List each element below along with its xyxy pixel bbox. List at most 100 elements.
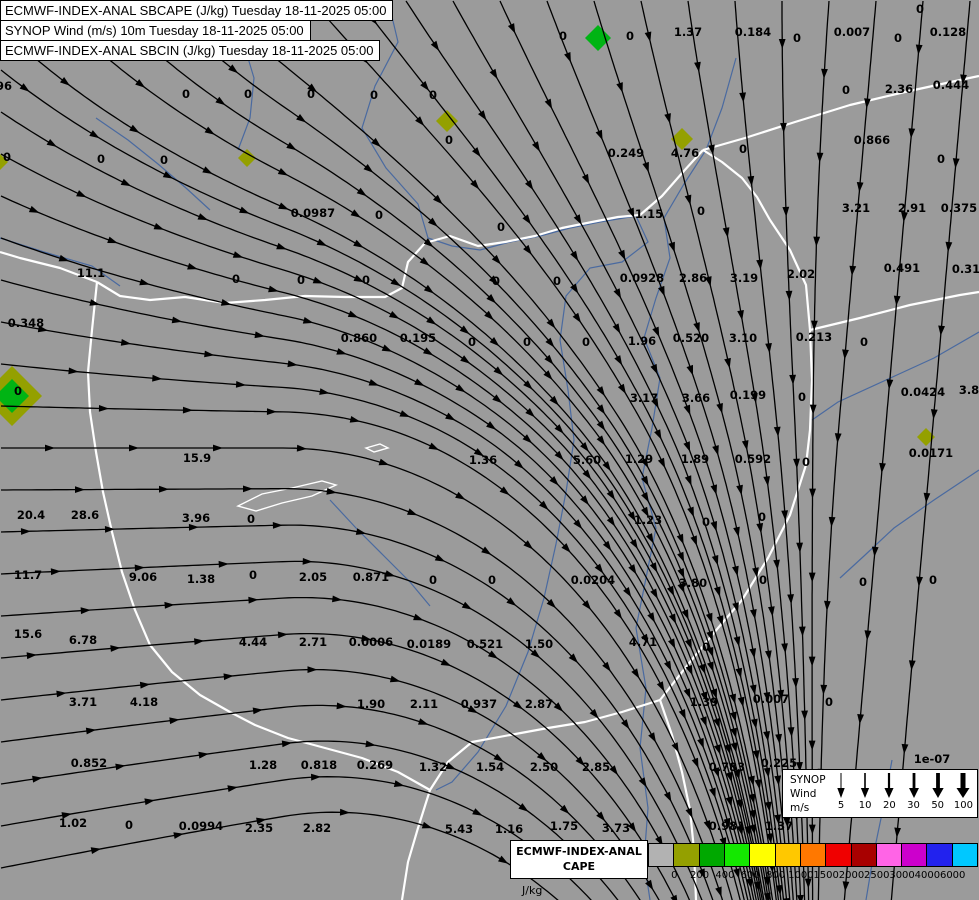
station-value: 0.0987: [291, 206, 335, 220]
wind-legend-item: 10: [857, 772, 873, 816]
station-value: 0.981: [709, 819, 745, 833]
station-value: 0: [125, 818, 133, 832]
station-value: 0: [553, 274, 561, 288]
station-value: 0: [842, 83, 850, 97]
station-value: 4.44: [239, 635, 267, 649]
wind-arrow-icon: [932, 773, 944, 798]
wind-legend-item: 100: [954, 772, 973, 816]
station-value: 0.348: [8, 316, 44, 330]
station-value: 0: [468, 335, 476, 349]
station-value: 11.1: [77, 266, 105, 280]
wind-arrow-icon: [861, 773, 870, 798]
station-value: 1.36: [469, 453, 497, 467]
station-value: 2.11: [410, 697, 438, 711]
station-value: 0: [825, 695, 833, 709]
cape-color-cell: [850, 843, 877, 867]
streamline-map-canvas: 0 0 0 1.37 0.184 0 0.007 0 0.128 96 0 0 0 0 0 0 2.36 0.44…: [0, 0, 979, 900]
title-block: ECMWF-INDEX-ANAL SBCAPE (J/kg) Tuesday 1…: [0, 0, 394, 61]
station-value: 0.184: [735, 25, 771, 39]
station-value: 0: [370, 88, 378, 102]
cape-color-cell: [774, 843, 801, 867]
cape-color-cell: [799, 843, 827, 867]
station-value: 0: [793, 31, 801, 45]
cape-color-cell: [901, 843, 928, 867]
station-value: 2.82: [303, 821, 331, 835]
wind-speed-label: 20: [882, 800, 896, 811]
cape-color-cell: [673, 843, 700, 867]
station-value: 0.0928: [620, 271, 664, 285]
station-value: 3.8: [959, 383, 979, 397]
station-value: 3.73: [602, 821, 630, 835]
station-value: 0: [523, 335, 531, 349]
station-value: 0: [14, 384, 22, 398]
station-value: 0: [859, 575, 867, 589]
station-value: 0: [244, 87, 252, 101]
station-value: 3.21: [842, 201, 870, 215]
station-value: 0: [759, 573, 767, 587]
cape-tick-label: 2500: [864, 870, 890, 881]
station-value: 2.86: [679, 271, 707, 285]
station-value: 0.520: [673, 331, 709, 345]
wind-legend: SYNOP Wind m/s 5 10 20 30 50 100: [782, 769, 978, 818]
cape-tick-label: 4000: [914, 870, 941, 881]
station-value: 6.78: [69, 633, 97, 647]
station-value: 0: [249, 568, 257, 582]
wind-arrow-icon: [908, 773, 919, 798]
station-value: 0.852: [71, 756, 107, 770]
station-value: 0.249: [608, 146, 644, 160]
station-value: 96: [0, 79, 12, 93]
station-value: 0: [929, 573, 937, 587]
header-line-wind: SYNOP Wind (m/s) 10m Tuesday 18-11-2025 …: [0, 20, 311, 41]
station-value: 3.19: [730, 271, 758, 285]
station-value: 3.66: [682, 391, 710, 405]
station-value: 0: [697, 204, 705, 218]
station-value: 0: [702, 640, 710, 654]
station-value: 3.10: [729, 331, 757, 345]
station-value: 0: [429, 573, 437, 587]
cape-colorbar-ticks: 0 200 400 600 800 1000 1500 2000 2500 3000 4000 600…: [649, 870, 978, 884]
station-value: 0.592: [735, 452, 771, 466]
station-value: 15.9: [183, 451, 211, 465]
cape-color-cell: [875, 843, 903, 867]
wind-legend-item: 50: [930, 772, 946, 816]
station-value: 0.871: [353, 570, 389, 584]
station-value: 0: [445, 133, 453, 147]
station-value: 0.521: [467, 637, 503, 651]
cape-tick-label: 400: [715, 870, 735, 881]
cape-tick-label: 6000: [939, 870, 966, 881]
station-value: 9.06: [129, 570, 157, 584]
station-value: 1.16: [495, 822, 523, 836]
station-value: 11.7: [14, 568, 42, 582]
cape-tick-label: 0: [671, 870, 678, 881]
cape-legend-label-box: ECMWF-INDEX-ANAL CAPE: [510, 840, 648, 879]
station-value: 0: [739, 142, 747, 156]
station-value: 0.0006: [349, 635, 393, 649]
wind-legend-items: 5 10 20 30 50 100: [833, 772, 973, 816]
cape-color-cell: [698, 843, 725, 867]
station-value: 1.96: [628, 334, 656, 348]
cape-color-cell: [825, 843, 852, 867]
station-value: 1.38: [187, 572, 215, 586]
station-value: 5.43: [445, 822, 473, 836]
station-value: 0: [429, 88, 437, 102]
wind-legend-title: SYNOP Wind m/s: [790, 773, 826, 816]
cape-tick-label: 800: [765, 870, 786, 881]
station-value: 0.213: [796, 330, 832, 344]
station-value: 1.15: [635, 207, 663, 221]
station-value: 1.90: [357, 697, 385, 711]
station-value: 15.6: [14, 627, 42, 641]
station-value: 1.37: [765, 819, 793, 833]
wind-arrow-icon: [884, 773, 894, 798]
station-value: 0: [297, 273, 305, 287]
cape-legend-title-line2: CAPE: [562, 859, 596, 873]
weather-map-stage: 0 0 0 1.37 0.184 0 0.007 0 0.128 96 0 0 0 0 0 0 2.36 0.44…: [0, 0, 979, 900]
station-value: 0.31: [952, 262, 979, 276]
station-value: 4.71: [629, 635, 657, 649]
station-value: 0.783: [709, 760, 745, 774]
station-value: 20.4: [17, 508, 45, 522]
station-value: 5.60: [573, 453, 601, 467]
station-value: 0.199: [730, 388, 766, 402]
station-value: 0: [160, 153, 168, 167]
station-value: 0.195: [400, 331, 436, 345]
header-line-sbcin: ECMWF-INDEX-ANAL SBCIN (J/kg) Tuesday 18…: [0, 40, 381, 61]
